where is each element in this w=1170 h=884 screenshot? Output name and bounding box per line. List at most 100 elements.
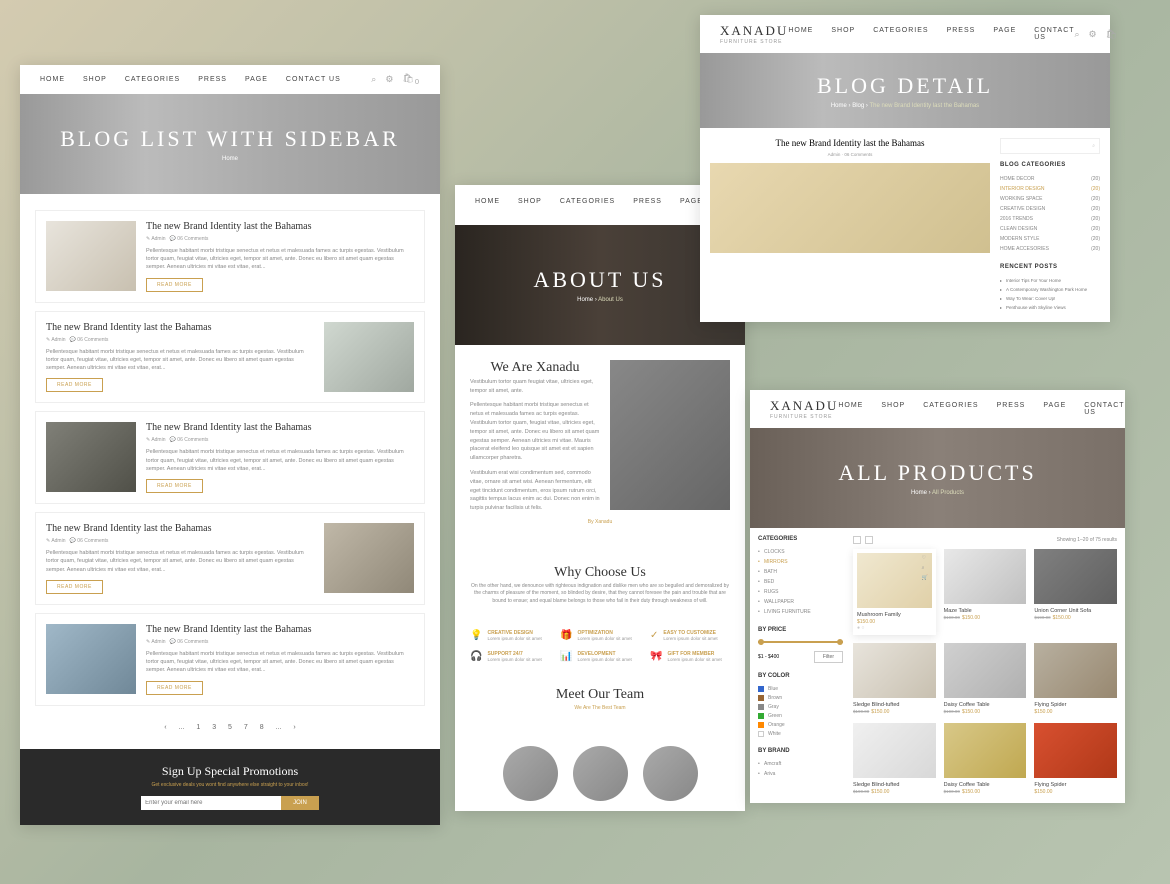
page-num[interactable]: 5 (223, 722, 237, 733)
list-view-icon[interactable] (865, 536, 873, 544)
color-filter[interactable]: Blue (758, 684, 843, 693)
cart-icon[interactable]: 🛒 (922, 575, 930, 583)
recent-post-link[interactable]: Interior Tips For Your Home (1000, 276, 1100, 285)
blog-post: The new Brand Identity last the Bahamas … (35, 210, 425, 303)
nav-press[interactable]: PRESS (947, 27, 976, 41)
nav-page[interactable]: PAGE (993, 27, 1016, 41)
product-card[interactable]: Union Corner Unit Sofa$190.00$150.00 (1034, 549, 1117, 635)
nav-page[interactable]: PAGE (1043, 402, 1066, 416)
nav-shop[interactable]: SHOP (831, 27, 855, 41)
filter-button[interactable]: Filter (814, 651, 843, 663)
logo[interactable]: XANADU (770, 398, 838, 414)
email-input[interactable] (141, 796, 281, 810)
category-link[interactable]: HOME ACCESORIES(20) (1000, 244, 1100, 254)
nav-shop[interactable]: SHOP (518, 198, 542, 212)
logo[interactable]: XANADU (720, 23, 788, 39)
nav-contact[interactable]: CONTACT US (1034, 27, 1074, 41)
nav-press[interactable]: PRESS (997, 402, 1026, 416)
product-card[interactable]: Flying Spider$150.00 (1034, 643, 1117, 715)
nav-page[interactable]: PAGE (245, 76, 268, 83)
cart-icon[interactable]: 🛍0 (402, 73, 420, 86)
category-filter[interactable]: RUGS (758, 587, 843, 597)
search-icon[interactable]: ⌕ (1074, 29, 1080, 40)
nav-categories[interactable]: CATEGORIES (560, 198, 615, 212)
join-button[interactable]: JOIN (281, 796, 319, 810)
page-next[interactable]: › (288, 722, 300, 733)
heart-icon[interactable]: ♡ (922, 555, 930, 563)
page-num[interactable]: 7 (239, 722, 253, 733)
read-more-button[interactable]: READ MORE (146, 278, 203, 292)
read-more-button[interactable]: READ MORE (46, 580, 103, 594)
nav-press[interactable]: PRESS (198, 76, 227, 83)
search-icon[interactable]: ⌕ (922, 565, 930, 573)
post-title[interactable]: The new Brand Identity last the Bahamas (46, 322, 314, 333)
article-image (710, 163, 990, 253)
recent-post-link[interactable]: Way To Wear: Cover Up! (1000, 294, 1100, 303)
product-card[interactable]: Sledge Blind-tufted$190.00$150.00 (853, 643, 936, 715)
color-filter[interactable]: Green (758, 711, 843, 720)
nav-home[interactable]: HOME (40, 76, 65, 83)
page-num[interactable]: 3 (207, 722, 221, 733)
search-box[interactable]: ⌕ (1000, 138, 1100, 154)
recent-post-link[interactable]: A Contemporary Washington Park Home (1000, 285, 1100, 294)
recent-post-link[interactable]: Penthouse with Skyline Views (1000, 303, 1100, 312)
product-image (944, 643, 1027, 698)
price-slider[interactable] (758, 641, 843, 643)
post-title[interactable]: The new Brand Identity last the Bahamas (146, 221, 414, 232)
category-link[interactable]: MODERN STYLE(20) (1000, 234, 1100, 244)
category-link[interactable]: CLEAN DESIGN(20) (1000, 224, 1100, 234)
category-link[interactable]: 2016 TRENDS(20) (1000, 214, 1100, 224)
product-card[interactable]: ♡⌕🛒 Mushroom Family $150.00 ● ○ (853, 549, 936, 635)
page-prev[interactable]: ‹ (159, 722, 171, 733)
brand-filter[interactable]: Ariva (758, 769, 843, 779)
post-excerpt: Pellentesque habitant morbi tristique se… (46, 549, 314, 574)
post-meta: ✎ Admin 💬 06 Comments (146, 639, 414, 645)
product-image (1034, 549, 1117, 604)
read-more-button[interactable]: READ MORE (146, 681, 203, 695)
category-filter[interactable]: LIVING FURNITURE (758, 607, 843, 617)
nav-contact[interactable]: CONTACT US (286, 76, 341, 83)
nav-shop[interactable]: SHOP (83, 76, 107, 83)
category-link[interactable]: WORKING SPACE(20) (1000, 194, 1100, 204)
brand-filter[interactable]: Amcraft (758, 759, 843, 769)
nav-categories[interactable]: CATEGORIES (873, 27, 928, 41)
product-card[interactable]: Maze Table$190.00$150.00 (944, 549, 1027, 635)
page-num[interactable]: 1 (191, 722, 205, 733)
nav-press[interactable]: PRESS (633, 198, 662, 212)
nav-home[interactable]: HOME (788, 27, 813, 41)
nav-home[interactable]: HOME (838, 402, 863, 416)
page-num[interactable]: 8 (255, 722, 269, 733)
category-filter[interactable]: BATH (758, 567, 843, 577)
nav-shop[interactable]: SHOP (881, 402, 905, 416)
nav-categories[interactable]: CATEGORIES (125, 76, 180, 83)
grid-view-icon[interactable] (853, 536, 861, 544)
category-link[interactable]: CREATIVE DESIGN(20) (1000, 204, 1100, 214)
read-more-button[interactable]: READ MORE (46, 378, 103, 392)
color-filter[interactable]: Gray (758, 702, 843, 711)
nav-categories[interactable]: CATEGORIES (923, 402, 978, 416)
post-title[interactable]: The new Brand Identity last the Bahamas (146, 422, 414, 433)
results-toolbar: Showing 1–20 of 75 results (853, 536, 1117, 549)
product-card[interactable]: Flying Spider$150.00 (1034, 723, 1117, 795)
category-link[interactable]: HOME DECOR(20) (1000, 174, 1100, 184)
category-link[interactable]: INTERIOR DESIGN(20) (1000, 184, 1100, 194)
search-icon[interactable]: ⌕ (371, 74, 377, 85)
category-filter[interactable]: MIRRORS (758, 557, 843, 567)
cart-icon[interactable]: 🛍 (1106, 29, 1118, 40)
category-filter[interactable]: WALLPAPER (758, 597, 843, 607)
read-more-button[interactable]: READ MORE (146, 479, 203, 493)
color-filter[interactable]: White (758, 729, 843, 738)
nav-home[interactable]: HOME (475, 198, 500, 212)
settings-icon[interactable]: ⚙ (385, 74, 394, 85)
product-card[interactable]: Daisy Coffee Table$190.00$150.00 (944, 643, 1027, 715)
post-title[interactable]: The new Brand Identity last the Bahamas (46, 523, 314, 534)
post-title[interactable]: The new Brand Identity last the Bahamas (146, 624, 414, 635)
settings-icon[interactable]: ⚙ (1088, 29, 1097, 40)
product-card[interactable]: Sledge Blind-tufted$190.00$150.00 (853, 723, 936, 795)
color-filter[interactable]: Brown (758, 693, 843, 702)
category-filter[interactable]: CLOCKS (758, 547, 843, 557)
nav-contact[interactable]: CONTACT US (1084, 402, 1124, 416)
color-filter[interactable]: Orange (758, 720, 843, 729)
category-filter[interactable]: BED (758, 577, 843, 587)
product-card[interactable]: Daisy Coffee Table$190.00$150.00 (944, 723, 1027, 795)
